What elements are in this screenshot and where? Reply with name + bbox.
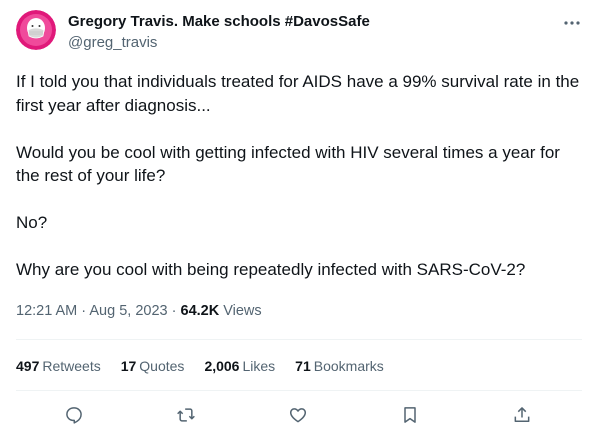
likes-stat[interactable]: 2,006 Likes	[204, 358, 275, 374]
bookmark-button[interactable]	[399, 404, 421, 426]
retweets-label: Retweets	[42, 358, 101, 374]
bookmarks-label: Bookmarks	[313, 358, 384, 374]
tweet-paragraph: If I told you that individuals treated f…	[16, 72, 580, 115]
likes-count: 2,006	[204, 358, 240, 374]
author-handle[interactable]: @greg_travis	[68, 34, 157, 51]
bookmarks-stat[interactable]: 71 Bookmarks	[295, 358, 384, 374]
tweet-paragraph: No?	[16, 213, 48, 232]
tweet-paragraph: Would you be cool with getting infected …	[16, 142, 560, 186]
tweet-header: Gregory Travis. Make schools #DavosSafe …	[16, 10, 582, 58]
retweet-icon	[177, 408, 195, 422]
like-icon	[289, 408, 307, 423]
avatar[interactable]	[16, 10, 56, 50]
like-button[interactable]	[287, 404, 309, 426]
tweet-meta: 12:21 AM · Aug 5, 2023 · 64.2K Views	[16, 303, 262, 319]
reply-button[interactable]	[63, 404, 85, 426]
retweet-button[interactable]	[175, 404, 197, 426]
quotes-count: 17	[120, 358, 137, 374]
meta-separator: ·	[81, 303, 87, 319]
quotes-label: Quotes	[139, 358, 185, 374]
tweet-time[interactable]: 12:21 AM	[16, 303, 77, 319]
views-label: Views	[223, 303, 262, 319]
divider	[16, 390, 582, 391]
tweet-card: Gregory Travis. Make schools #DavosSafe …	[0, 0, 598, 439]
author-display-name[interactable]: Gregory Travis. Make schools #DavosSafe	[68, 13, 370, 30]
tweet-actions	[0, 398, 598, 432]
retweets-count: 497	[16, 358, 40, 374]
bookmark-icon	[404, 407, 416, 423]
meta-separator: ·	[171, 303, 177, 319]
bookmarks-count: 71	[295, 358, 311, 374]
likes-label: Likes	[242, 358, 276, 374]
more-options-button[interactable]	[562, 16, 582, 30]
tweet-date[interactable]: Aug 5, 2023	[89, 303, 167, 319]
masked-face-avatar-icon	[16, 10, 56, 50]
retweets-stat[interactable]: 497 Retweets	[16, 358, 101, 374]
tweet-text: If I told you that individuals treated f…	[16, 70, 584, 282]
share-icon	[514, 407, 530, 422]
quotes-stat[interactable]: 17 Quotes	[121, 358, 185, 374]
tweet-stats: 497 Retweets 17 Quotes 2,006 Likes 71 Bookma…	[16, 358, 404, 374]
views-count: 64.2K	[180, 303, 220, 319]
reply-icon	[66, 407, 82, 424]
divider	[16, 339, 582, 340]
tweet-paragraph: Why are you cool with being repeatedly i…	[16, 260, 526, 279]
more-horizontal-icon	[564, 21, 580, 25]
share-button[interactable]	[511, 404, 533, 426]
